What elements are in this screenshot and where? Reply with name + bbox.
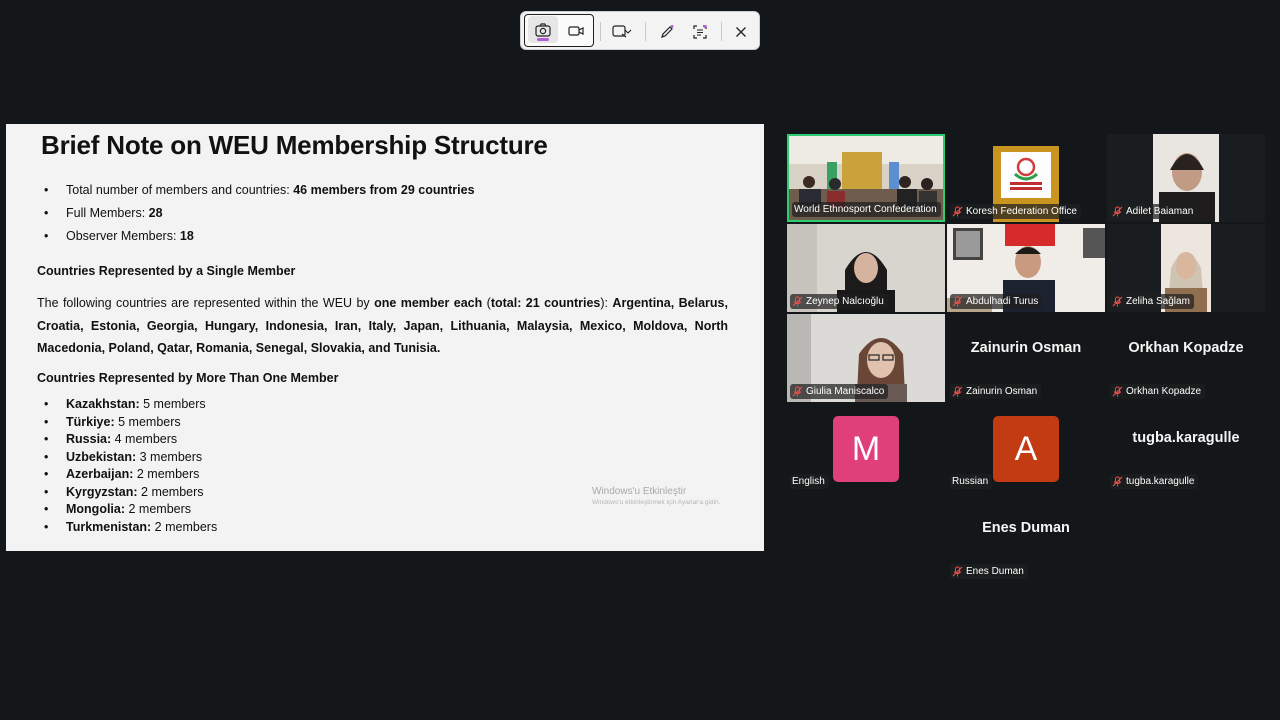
active-indicator	[537, 38, 549, 41]
summary-item: Observer Members: 18	[36, 230, 475, 253]
activation-watermark-title: Windows'u Etkinleştir	[592, 486, 687, 497]
shared-slide: Brief Note on WEU Membership Structure T…	[6, 124, 764, 551]
participant-name-tag: Orkhan Kopadze	[1110, 384, 1206, 399]
muted-mic-icon	[952, 206, 963, 217]
muted-mic-icon	[1112, 296, 1123, 307]
participant-name-tag: Koresh Federation Office	[950, 204, 1081, 219]
participant-tile[interactable]: A Russian	[947, 404, 1105, 492]
snip-shape-dropdown[interactable]	[621, 12, 635, 51]
participant-name-tag: Zainurin Osman	[950, 384, 1042, 399]
participant-name-tag: Russian	[950, 474, 993, 489]
screenshot-mode-button[interactable]	[528, 16, 558, 43]
snipping-toolbar	[520, 11, 760, 50]
chevron-down-icon	[624, 29, 632, 34]
activation-watermark-subtitle: Windows'u etkinleştirmek için Ayarlar'a …	[592, 499, 721, 506]
participant-name-tag: English	[790, 474, 829, 489]
muted-mic-icon	[1112, 476, 1123, 487]
list-item: Kyrgyzstan: 2 members	[36, 485, 217, 504]
participant-name-tag: Adilet Baiaman	[1110, 204, 1198, 219]
participant-tile[interactable]: World Ethnosport Confederation	[787, 134, 945, 222]
avatar: M	[833, 416, 899, 482]
list-item: Azerbaijan: 2 members	[36, 468, 217, 486]
list-item: Türkiye: 5 members	[36, 415, 217, 434]
participant-tile[interactable]: Abdulhadi Turus	[947, 224, 1105, 312]
toolbar-separator	[721, 22, 722, 41]
participant-tile[interactable]: Zeynep Nalcıoğlu	[787, 224, 945, 312]
participant-name-tag: Giulia Maniscalco	[790, 384, 889, 399]
single-member-heading: Countries Represented by a Single Member	[37, 264, 296, 278]
slide-title: Brief Note on WEU Membership Structure	[41, 130, 548, 160]
list-item: Mongolia: 2 members	[36, 503, 217, 521]
single-member-paragraph: The following countries are represented …	[37, 296, 728, 355]
list-item: Russia: 4 members	[36, 433, 217, 451]
text-actions-button[interactable]	[685, 12, 715, 51]
video-camera-icon	[568, 25, 584, 36]
muted-mic-icon	[952, 296, 963, 307]
multi-member-heading: Countries Represented by More Than One M…	[37, 371, 339, 385]
list-item: Uzbekistan: 3 members	[36, 450, 217, 469]
muted-mic-icon	[792, 296, 803, 307]
participant-tile[interactable]: Enes Duman Enes Duman	[947, 494, 1105, 582]
participant-tile[interactable]: Koresh Federation Office	[947, 134, 1105, 222]
participant-name-tag: Zeynep Nalcıoğlu	[790, 294, 888, 309]
close-button[interactable]	[726, 12, 756, 51]
muted-mic-icon	[1112, 386, 1123, 397]
participant-tile[interactable]: Adilet Baiaman	[1107, 134, 1265, 222]
video-mode-button[interactable]	[561, 15, 591, 46]
toolbar-separator	[645, 22, 646, 41]
participant-display-name: tugba.karagulle	[1132, 430, 1240, 446]
participant-tile[interactable]: Zainurin Osman Zainurin Osman	[947, 314, 1105, 402]
list-item: Kazakhstan: 5 members	[36, 398, 217, 416]
participant-tile[interactable]: Zeliha Sağlam	[1107, 224, 1265, 312]
muted-mic-icon	[1112, 206, 1123, 217]
participant-display-name: Enes Duman	[982, 520, 1070, 536]
toolbar-separator	[600, 22, 601, 41]
participant-display-name: Zainurin Osman	[970, 340, 1082, 356]
capture-mode-group	[524, 14, 594, 47]
camera-icon	[535, 22, 551, 37]
muted-mic-icon	[792, 386, 803, 397]
participant-display-name: Orkhan Kopadze	[1128, 340, 1244, 356]
pen-icon	[661, 24, 674, 38]
participant-name-tag: Enes Duman	[950, 564, 1028, 579]
avatar: A	[993, 416, 1059, 482]
summary-item: Total number of members and countries: 4…	[36, 184, 475, 207]
participant-name-tag: Abdulhadi Turus	[950, 294, 1043, 309]
summary-item: Full Members: 28	[36, 207, 475, 230]
participant-name-tag: World Ethnosport Confederation	[792, 202, 941, 217]
scan-text-icon	[693, 24, 707, 39]
participant-name-tag: tugba.karagulle	[1110, 474, 1199, 489]
participant-name-tag: Zeliha Sağlam	[1110, 294, 1194, 309]
close-icon	[736, 26, 746, 37]
summary-list: Total number of members and countries: 4…	[36, 184, 475, 253]
markup-button[interactable]	[652, 12, 682, 51]
list-item: Turkmenistan: 2 members	[36, 520, 217, 539]
participant-tile[interactable]: Giulia Maniscalco	[787, 314, 945, 402]
participant-tile[interactable]: tugba.karagulle tugba.karagulle	[1107, 404, 1265, 492]
participant-tile[interactable]: M English	[787, 404, 945, 492]
muted-mic-icon	[952, 386, 963, 397]
multi-member-list: Kazakhstan: 5 members Türkiye: 5 members…	[36, 398, 217, 538]
participant-tile[interactable]: Orkhan Kopadze Orkhan Kopadze	[1107, 314, 1265, 402]
muted-mic-icon	[952, 566, 963, 577]
